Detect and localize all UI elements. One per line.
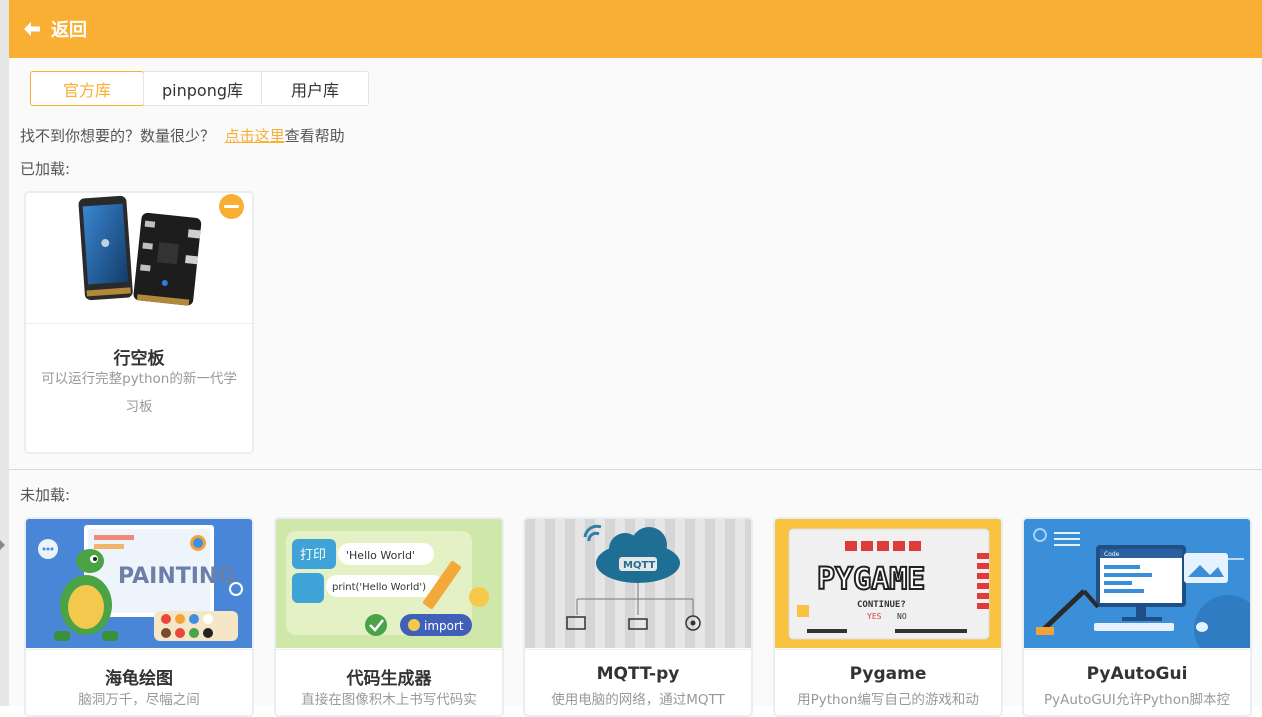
card-title: Pygame bbox=[849, 664, 927, 684]
card-separator bbox=[26, 649, 252, 650]
card-separator bbox=[1024, 649, 1250, 650]
card-separator bbox=[775, 649, 1001, 650]
pygame-yes-text: YES bbox=[867, 612, 882, 621]
card-image: PAINTING bbox=[26, 519, 252, 648]
help-link[interactable]: 点击这里 bbox=[225, 127, 285, 145]
back-button[interactable]: 返回 bbox=[23, 16, 87, 42]
print-block-cn: 打印 bbox=[300, 548, 326, 563]
import-block: import bbox=[424, 619, 464, 633]
card-description: 脑洞万千，尽幅之间 bbox=[78, 692, 200, 708]
card-description: 可以运行完整python的新一代学习板 bbox=[41, 371, 237, 415]
loaded-section-title: 已加载: bbox=[20, 160, 71, 178]
help-suffix: 查看帮助 bbox=[284, 127, 345, 145]
card-description: 直接在图像积木上书写代码实 bbox=[301, 692, 477, 708]
top-bar: 返回 bbox=[9, 0, 1262, 58]
card-separator bbox=[26, 323, 252, 324]
tab-official[interactable]: 官方库 bbox=[30, 71, 144, 106]
extension-card-pygame[interactable]: PYGAME CONTINUE? YES NO Pygame 用Python编写… bbox=[773, 517, 1003, 717]
library-tabs: 官方库 pinpong库 用户库 bbox=[30, 71, 369, 106]
card-image: PYGAME CONTINUE? YES NO bbox=[775, 519, 1001, 648]
screen-code-label: Code bbox=[1104, 551, 1120, 558]
painting-text: PAINTING bbox=[118, 564, 235, 589]
board-illustration bbox=[26, 193, 252, 322]
collapse-arrow-icon[interactable] bbox=[0, 540, 5, 550]
card-description: 用Python编写自己的游戏和动 bbox=[797, 692, 979, 708]
card-image: 打印 'Hello World' print('Hello World') im… bbox=[276, 519, 502, 648]
print-python-code: print('Hello World') bbox=[332, 582, 426, 593]
extension-card-unihiker[interactable]: 行空板 可以运行完整python的新一代学习板 bbox=[24, 191, 254, 454]
tab-user[interactable]: 用户库 bbox=[261, 71, 369, 106]
pygame-no-text: NO bbox=[897, 612, 907, 621]
help-prefix: 找不到你想要的？数量很少？ bbox=[20, 127, 216, 145]
arrow-left-icon bbox=[24, 22, 40, 36]
extension-card-mqtt[interactable]: MQTT MQTT-py 使用电脑的网络，通过MQTT bbox=[523, 517, 753, 717]
library-panel: 官方库 pinpong库 用户库 找不到你想要的？数量很少？ 点击这里查看帮助 … bbox=[9, 58, 1262, 717]
extension-card-pyautogui[interactable]: Code PyAutoGui PyAutoGUI允许Python脚本控 bbox=[1022, 517, 1252, 717]
pygame-continue-text: CONTINUE? bbox=[857, 600, 906, 610]
pyautogui-illustration: Code bbox=[1024, 519, 1250, 648]
unloaded-section-title: 未加载: bbox=[20, 486, 71, 504]
card-title: PyAutoGui bbox=[1086, 664, 1188, 684]
left-edge-strip bbox=[0, 0, 9, 706]
card-separator bbox=[276, 649, 502, 650]
remove-extension-icon[interactable] bbox=[219, 194, 244, 219]
extension-card-turtle[interactable]: PAINTING 海龟绘图 脑洞万千，尽幅之间 bbox=[24, 517, 254, 717]
mqtt-illustration: MQTT bbox=[525, 519, 751, 648]
card-description: PyAutoGUI允许Python脚本控 bbox=[1043, 692, 1231, 708]
hello-world-string: 'Hello World' bbox=[346, 549, 415, 562]
card-image: Code bbox=[1024, 519, 1250, 648]
back-label: 返回 bbox=[51, 20, 87, 41]
card-separator bbox=[525, 649, 751, 650]
card-description: 使用电脑的网络，通过MQTT bbox=[551, 692, 725, 708]
pygame-illustration: PYGAME CONTINUE? YES NO bbox=[775, 519, 1001, 648]
tab-pinpong[interactable]: pinpong库 bbox=[143, 71, 262, 106]
help-text: 找不到你想要的？数量很少？ 点击这里查看帮助 bbox=[20, 125, 345, 146]
section-divider bbox=[9, 469, 1262, 470]
code-generator-illustration: 打印 'Hello World' print('Hello World') im… bbox=[276, 519, 502, 648]
turtle-painting-illustration: PAINTING bbox=[26, 519, 252, 648]
card-image: MQTT bbox=[525, 519, 751, 648]
card-title: MQTT-py bbox=[596, 664, 680, 684]
pygame-title-text: PYGAME bbox=[817, 562, 925, 597]
card-image bbox=[26, 193, 252, 322]
extension-card-codegen[interactable]: 打印 'Hello World' print('Hello World') im… bbox=[274, 517, 504, 717]
mqtt-cloud-label: MQTT bbox=[623, 560, 656, 571]
